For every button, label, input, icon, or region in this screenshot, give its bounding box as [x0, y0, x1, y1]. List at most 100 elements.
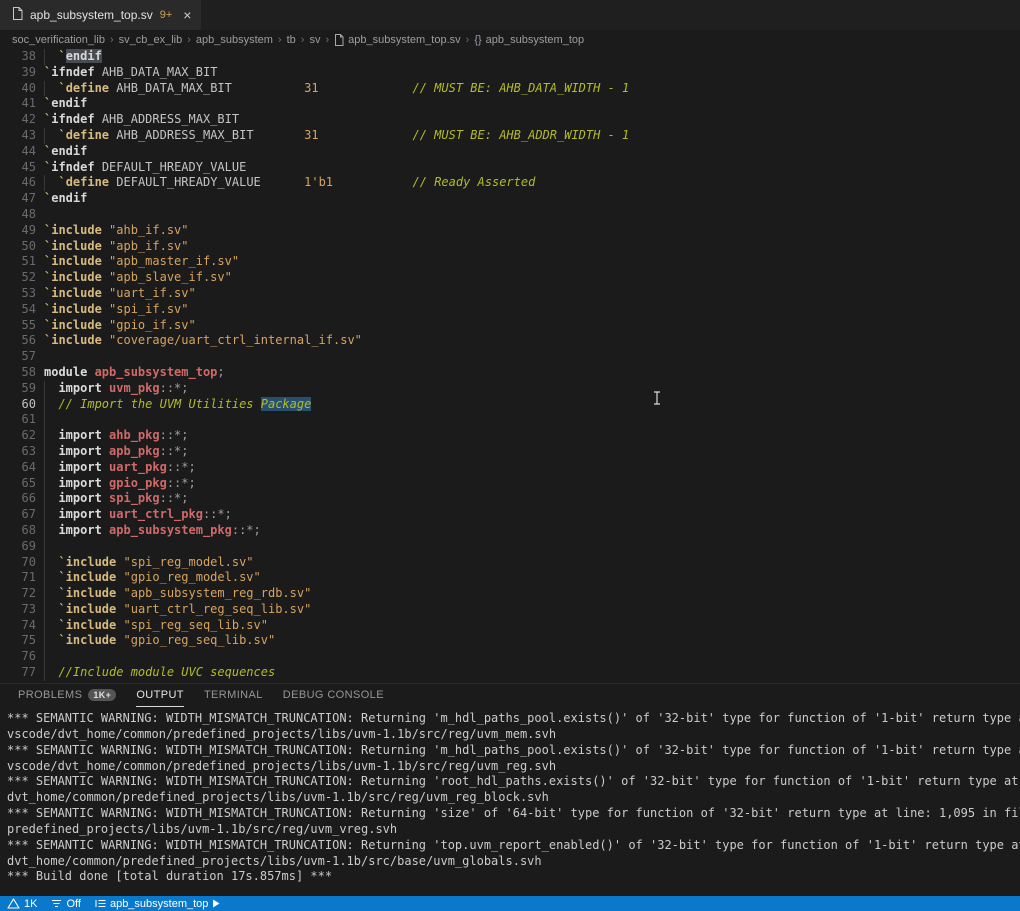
breadcrumb-item-sv_cb_ex_lib[interactable]: sv_cb_ex_lib — [119, 34, 183, 46]
line-number[interactable]: 43 — [0, 128, 36, 144]
code-line-53[interactable]: 53`include "uart_if.sv" — [0, 286, 1020, 302]
line-number[interactable]: 76 — [0, 649, 36, 665]
panel-tab-terminal[interactable]: TERMINAL — [204, 684, 263, 707]
line-number[interactable]: 77 — [0, 665, 36, 681]
code-line-48[interactable]: 48 — [0, 207, 1020, 223]
line-number[interactable]: 59 — [0, 381, 36, 397]
line-number[interactable]: 40 — [0, 81, 36, 97]
breadcrumb-item-apb_subsystem_top[interactable]: {}apb_subsystem_top — [474, 34, 584, 46]
code-line-59[interactable]: 59 import uvm_pkg::*; — [0, 381, 1020, 397]
play-icon[interactable] — [212, 899, 220, 908]
breadcrumb-item-tb[interactable]: tb — [287, 34, 296, 46]
statusbar-warnings-count[interactable]: 1K — [7, 898, 37, 910]
panel-tab-debug-console[interactable]: DEBUG CONSOLE — [283, 684, 384, 707]
code-line-66[interactable]: 66 import spi_pkg::*; — [0, 491, 1020, 507]
code-line-51[interactable]: 51`include "apb_master_if.sv" — [0, 254, 1020, 270]
line-number[interactable]: 66 — [0, 491, 36, 507]
code-line-49[interactable]: 49`include "ahb_if.sv" — [0, 223, 1020, 239]
code-line-75[interactable]: 75 `include "gpio_reg_seq_lib.sv" — [0, 633, 1020, 649]
line-number[interactable]: 58 — [0, 365, 36, 381]
line-number[interactable]: 70 — [0, 555, 36, 571]
line-number[interactable]: 54 — [0, 302, 36, 318]
code-line-77[interactable]: 77 //Include module UVC sequences — [0, 665, 1020, 681]
line-number[interactable]: 71 — [0, 570, 36, 586]
code-line-72[interactable]: 72 `include "apb_subsystem_reg_rdb.sv" — [0, 586, 1020, 602]
line-number[interactable]: 63 — [0, 444, 36, 460]
code-line-38[interactable]: 38 `endif — [0, 49, 1020, 65]
line-number[interactable]: 67 — [0, 507, 36, 523]
code-line-43[interactable]: 43 `define AHB_ADDRESS_MAX_BIT 31 // MUS… — [0, 128, 1020, 144]
line-number[interactable]: 55 — [0, 318, 36, 334]
code-line-62[interactable]: 62 import ahb_pkg::*; — [0, 428, 1020, 444]
code-text: import gpio_pkg::*; — [44, 476, 196, 492]
code-line-61[interactable]: 61 — [0, 412, 1020, 428]
line-number[interactable]: 73 — [0, 602, 36, 618]
panel-tab-problems[interactable]: PROBLEMS1K+ — [18, 684, 116, 707]
code-line-68[interactable]: 68 import apb_subsystem_pkg::*; — [0, 523, 1020, 539]
line-number[interactable]: 74 — [0, 618, 36, 634]
line-number[interactable]: 69 — [0, 539, 36, 555]
editor-tab-apb_subsystem_top[interactable]: apb_subsystem_top.sv 9+ × — [0, 0, 201, 30]
close-icon[interactable]: × — [183, 8, 191, 22]
line-number[interactable]: 42 — [0, 112, 36, 128]
panel-tab-output[interactable]: OUTPUT — [136, 684, 184, 707]
code-line-56[interactable]: 56`include "coverage/uart_ctrl_internal_… — [0, 333, 1020, 349]
line-number[interactable]: 64 — [0, 460, 36, 476]
statusbar-build-config[interactable]: apb_subsystem_top — [95, 898, 220, 910]
code-line-54[interactable]: 54`include "spi_if.sv" — [0, 302, 1020, 318]
code-line-57[interactable]: 57 — [0, 349, 1020, 365]
code-line-52[interactable]: 52`include "apb_slave_if.sv" — [0, 270, 1020, 286]
code-line-46[interactable]: 46 `define DEFAULT_HREADY_VALUE 1'b1 // … — [0, 175, 1020, 191]
code-line-60[interactable]: 60 // Import the UVM Utilities Package — [0, 397, 1020, 413]
line-number[interactable]: 46 — [0, 175, 36, 191]
code-line-73[interactable]: 73 `include "uart_ctrl_reg_seq_lib.sv" — [0, 602, 1020, 618]
code-line-65[interactable]: 65 import gpio_pkg::*; — [0, 476, 1020, 492]
code-line-69[interactable]: 69 — [0, 539, 1020, 555]
code-line-58[interactable]: 58module apb_subsystem_top; — [0, 365, 1020, 381]
code-line-64[interactable]: 64 import uart_pkg::*; — [0, 460, 1020, 476]
code-line-39[interactable]: 39`ifndef AHB_DATA_MAX_BIT — [0, 65, 1020, 81]
code-line-67[interactable]: 67 import uart_ctrl_pkg::*; — [0, 507, 1020, 523]
line-number[interactable]: 62 — [0, 428, 36, 444]
line-number[interactable]: 75 — [0, 633, 36, 649]
code-line-76[interactable]: 76 — [0, 649, 1020, 665]
line-number[interactable]: 52 — [0, 270, 36, 286]
line-number[interactable]: 65 — [0, 476, 36, 492]
code-line-42[interactable]: 42`ifndef AHB_ADDRESS_MAX_BIT — [0, 112, 1020, 128]
breadcrumb-item-soc_verification_lib[interactable]: soc_verification_lib — [12, 34, 105, 46]
line-number[interactable]: 53 — [0, 286, 36, 302]
line-number[interactable]: 41 — [0, 96, 36, 112]
code-line-71[interactable]: 71 `include "gpio_reg_model.sv" — [0, 570, 1020, 586]
code-line-41[interactable]: 41`endif — [0, 96, 1020, 112]
line-number[interactable]: 60 — [0, 397, 36, 413]
code-line-45[interactable]: 45`ifndef DEFAULT_HREADY_VALUE — [0, 160, 1020, 176]
code-line-40[interactable]: 40 `define AHB_DATA_MAX_BIT 31 // MUST B… — [0, 81, 1020, 97]
line-number[interactable]: 49 — [0, 223, 36, 239]
code-line-47[interactable]: 47`endif — [0, 191, 1020, 207]
line-number[interactable]: 50 — [0, 239, 36, 255]
code-editor[interactable]: 38 `endif39`ifndef AHB_DATA_MAX_BIT40 `d… — [0, 49, 1020, 683]
line-number[interactable]: 72 — [0, 586, 36, 602]
line-number[interactable]: 56 — [0, 333, 36, 349]
line-number[interactable]: 45 — [0, 160, 36, 176]
code-line-50[interactable]: 50`include "apb_if.sv" — [0, 239, 1020, 255]
breadcrumb-item-apb_subsystem[interactable]: apb_subsystem — [196, 34, 273, 46]
statusbar-filter-status[interactable]: Off — [51, 898, 80, 910]
code-line-63[interactable]: 63 import apb_pkg::*; — [0, 444, 1020, 460]
line-number[interactable]: 47 — [0, 191, 36, 207]
line-number[interactable]: 48 — [0, 207, 36, 223]
code-line-70[interactable]: 70 `include "spi_reg_model.sv" — [0, 555, 1020, 571]
code-line-74[interactable]: 74 `include "spi_reg_seq_lib.sv" — [0, 618, 1020, 634]
line-number[interactable]: 68 — [0, 523, 36, 539]
line-number[interactable]: 61 — [0, 412, 36, 428]
code-line-55[interactable]: 55`include "gpio_if.sv" — [0, 318, 1020, 334]
line-number[interactable]: 44 — [0, 144, 36, 160]
line-number[interactable]: 57 — [0, 349, 36, 365]
line-number[interactable]: 38 — [0, 49, 36, 65]
code-line-44[interactable]: 44`endif — [0, 144, 1020, 160]
breadcrumb-item-sv[interactable]: sv — [309, 34, 320, 46]
output-console[interactable]: *** SEMANTIC WARNING: WIDTH_MISMATCH_TRU… — [0, 707, 1020, 885]
line-number[interactable]: 39 — [0, 65, 36, 81]
breadcrumb-item-apb_subsystem_top.sv[interactable]: apb_subsystem_top.sv — [334, 34, 461, 46]
line-number[interactable]: 51 — [0, 254, 36, 270]
